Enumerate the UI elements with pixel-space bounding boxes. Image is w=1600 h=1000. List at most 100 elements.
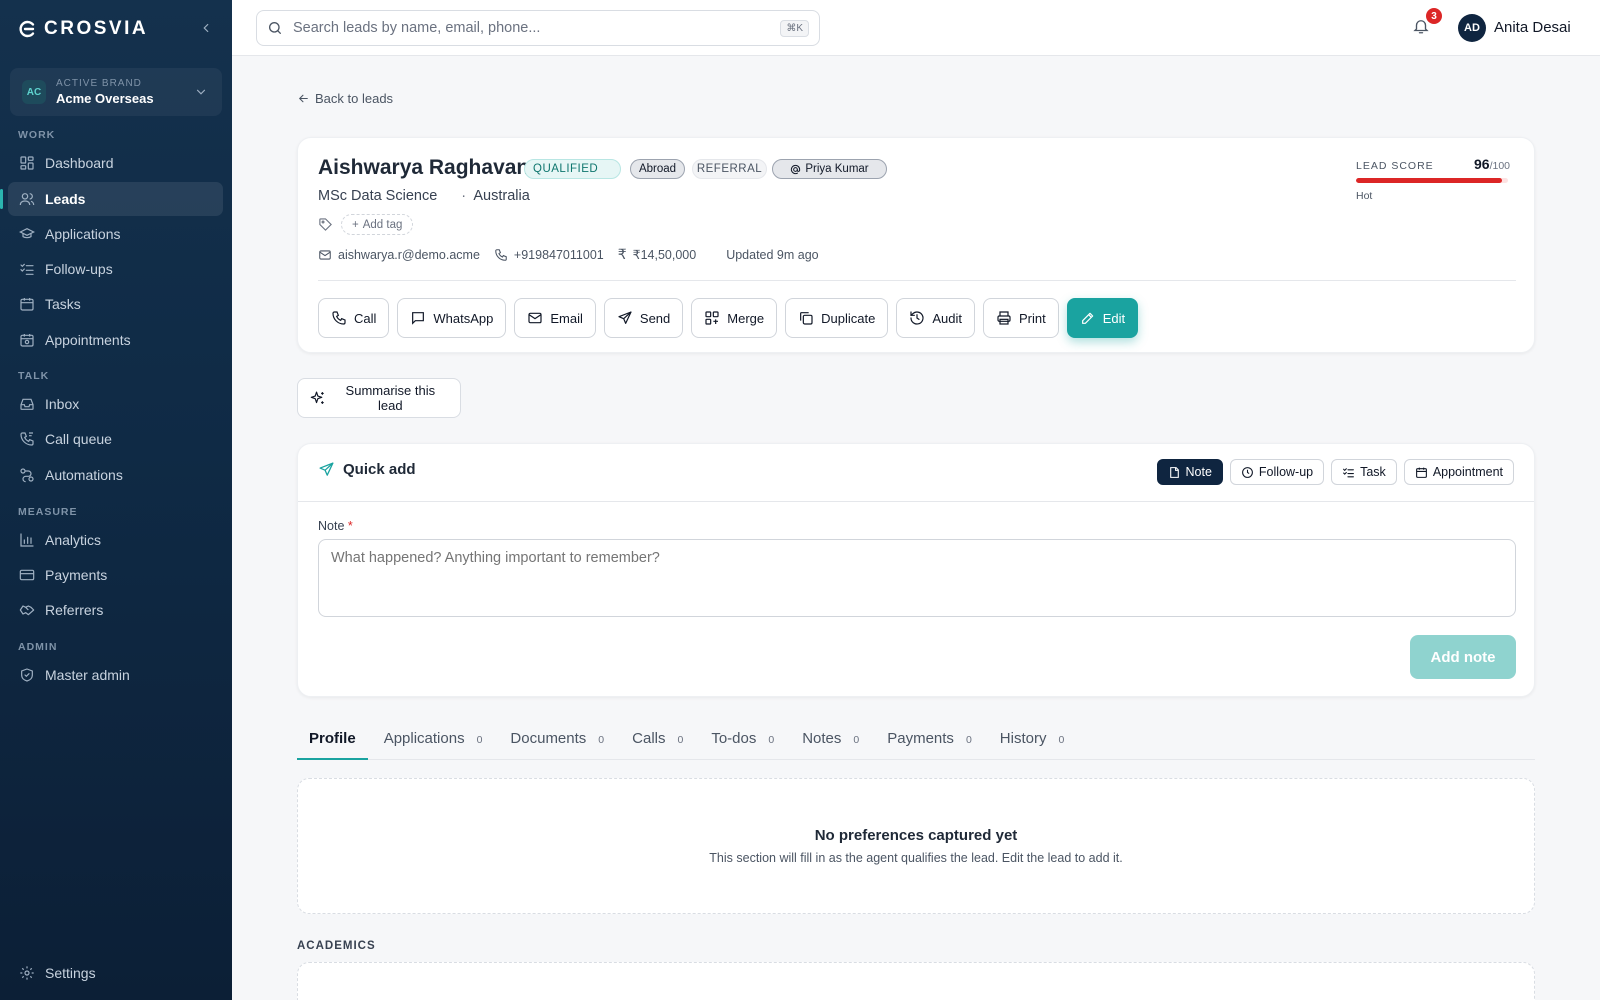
sidebar-item-tasks[interactable]: Tasks — [8, 287, 223, 321]
duplicate-button[interactable]: Duplicate — [785, 298, 889, 338]
contact-row: aishwarya.r@demo.acme +919847011001 ₹ ₹1… — [318, 246, 819, 263]
empty-state-subtitle: This section will fill in as the agent q… — [709, 851, 1123, 865]
sidebar: CROSVIA AC ACTIVE BRAND Acme Overseas WO… — [0, 0, 232, 1000]
duplicate-label: Duplicate — [821, 310, 876, 326]
sidebar-item-payments[interactable]: Payments — [8, 558, 223, 592]
lead-phone[interactable]: +919847011001 — [494, 248, 604, 262]
tab-profile[interactable]: Profile — [297, 724, 368, 760]
sidebar-item-label: Settings — [45, 965, 96, 981]
sidebar-item-referrers[interactable]: Referrers — [8, 593, 223, 627]
edit-button[interactable]: Edit — [1066, 298, 1139, 338]
tab-label: Calls — [632, 730, 666, 747]
search-input[interactable]: Search leads by name, email, phone... ⌘K — [256, 10, 820, 46]
search-placeholder: Search leads by name, email, phone... — [293, 20, 541, 36]
tab-notes[interactable]: Notes 0 — [790, 724, 871, 760]
tag-icon — [319, 218, 332, 231]
sidebar-item-appointments[interactable]: Appointments — [8, 323, 223, 357]
add-note-button[interactable]: Add note — [1410, 635, 1516, 679]
tab-appointment[interactable]: Appointment — [1403, 459, 1514, 485]
workflow-icon — [20, 468, 34, 483]
lead-header-card: Aishwarya Raghavan QUALIFIED Abroad REFE… — [297, 137, 1535, 353]
brand-switcher[interactable]: AC ACTIVE BRAND Acme Overseas — [10, 68, 222, 116]
collapse-sidebar-button[interactable] — [196, 18, 216, 38]
quick-add-card: Quick add Note Follow-up Task Appointmen… — [297, 443, 1535, 697]
email-label: Email — [550, 310, 583, 326]
merge-button[interactable]: Merge — [691, 298, 778, 338]
email-button[interactable]: Email — [514, 298, 596, 338]
user-name[interactable]: Anita Desai — [1494, 19, 1571, 36]
sidebar-item-label: Follow-ups — [45, 261, 113, 277]
tab-calls[interactable]: Calls 0 — [620, 724, 695, 760]
sidebar-item-followups[interactable]: Follow-ups — [8, 252, 223, 286]
printer-icon — [997, 311, 1011, 325]
logo-mark-icon — [19, 20, 35, 38]
note-textarea[interactable] — [318, 539, 1516, 617]
crosvia-logo[interactable]: CROSVIA — [18, 18, 148, 40]
sidebar-item-label: Master admin — [45, 667, 130, 683]
source-badge: REFERRAL — [692, 159, 767, 179]
tab-label: Payments — [887, 730, 954, 747]
tab-followup[interactable]: Follow-up — [1229, 459, 1325, 485]
sidebar-item-settings[interactable]: Settings — [8, 956, 223, 990]
calendar-icon — [20, 298, 34, 311]
add-tag-label: Add tag — [362, 218, 403, 231]
print-button[interactable]: Print — [982, 298, 1059, 338]
sidebar-item-label: Dashboard — [45, 155, 114, 171]
list-check-icon — [20, 263, 34, 275]
lead-detail-tabs: Profile Applications 0 Documents 0 Calls 0 To-d… — [297, 724, 1535, 760]
rupee-icon: ₹ — [617, 246, 627, 262]
sidebar-item-callqueue[interactable]: Call queue — [8, 422, 223, 456]
academics-card — [297, 962, 1535, 1000]
tab-note[interactable]: Note — [1156, 459, 1223, 485]
tab-label: Profile — [309, 730, 356, 747]
back-link-label: Back to leads — [315, 91, 394, 106]
tag-row: + Add tag — [318, 214, 414, 235]
back-to-leads-link[interactable]: Back to leads — [297, 91, 393, 106]
handshake-icon — [19, 605, 35, 616]
nav-section-talk: TALK — [18, 370, 50, 382]
tab-task[interactable]: Task — [1331, 459, 1397, 485]
tab-documents[interactable]: Documents 0 — [498, 724, 616, 760]
sidebar-item-dashboard[interactable]: Dashboard — [8, 146, 223, 180]
audit-button[interactable]: Audit — [896, 298, 975, 338]
tab-label: Documents — [510, 730, 587, 747]
tab-history[interactable]: History 0 — [988, 724, 1077, 760]
tab-label: Applications — [383, 730, 465, 747]
tab-to-dos[interactable]: To-dos 0 — [699, 724, 786, 760]
user-avatar[interactable]: AD — [1458, 14, 1486, 42]
tab-applications[interactable]: Applications 0 — [372, 724, 495, 760]
summarise-lead-button[interactable]: Summarise this lead — [297, 378, 461, 418]
credit-card-icon — [19, 569, 35, 581]
required-mark: * — [347, 519, 353, 533]
add-tag-button[interactable]: + Add tag — [341, 214, 414, 235]
sidebar-item-applications[interactable]: Applications — [8, 217, 223, 251]
referrer-badge[interactable]: Priya Kumar — [772, 159, 887, 179]
file-icon — [1169, 466, 1179, 478]
send-button[interactable]: Send — [603, 298, 684, 338]
sidebar-item-automations[interactable]: Automations — [8, 458, 223, 492]
lead-score-number: 96 — [1474, 156, 1490, 172]
plus-icon: + — [352, 218, 359, 231]
referrer-name: Priya Kumar — [805, 163, 869, 175]
sidebar-item-label: Call queue — [45, 431, 112, 447]
call-button[interactable]: Call — [318, 298, 390, 338]
sidebar-item-label: Leads — [45, 191, 86, 207]
clock-icon — [1242, 466, 1253, 478]
sidebar-item-label: Applications — [45, 226, 121, 242]
sidebar-item-leads[interactable]: Leads — [0, 182, 223, 216]
search-icon — [269, 22, 281, 34]
tab-count: 0 — [598, 734, 605, 746]
tab-appointment-label: Appointment — [1432, 465, 1503, 479]
quick-add-divider — [298, 501, 1534, 502]
users-icon — [19, 193, 35, 206]
sidebar-item-inbox[interactable]: Inbox — [8, 387, 223, 421]
sidebar-item-analytics[interactable]: Analytics — [8, 523, 223, 557]
whatsapp-button[interactable]: WhatsApp — [397, 298, 507, 338]
sidebar-item-master-admin[interactable]: Master admin — [8, 658, 223, 692]
nav-section-measure: MEASURE — [18, 506, 78, 518]
lead-score-bar — [1356, 178, 1508, 183]
lead-email[interactable]: aishwarya.r@demo.acme — [318, 248, 480, 262]
tab-payments[interactable]: Payments 0 — [875, 724, 984, 760]
topbar: Search leads by name, email, phone... ⌘K… — [232, 0, 1600, 56]
lead-country-wrap: · Australia — [461, 188, 530, 204]
